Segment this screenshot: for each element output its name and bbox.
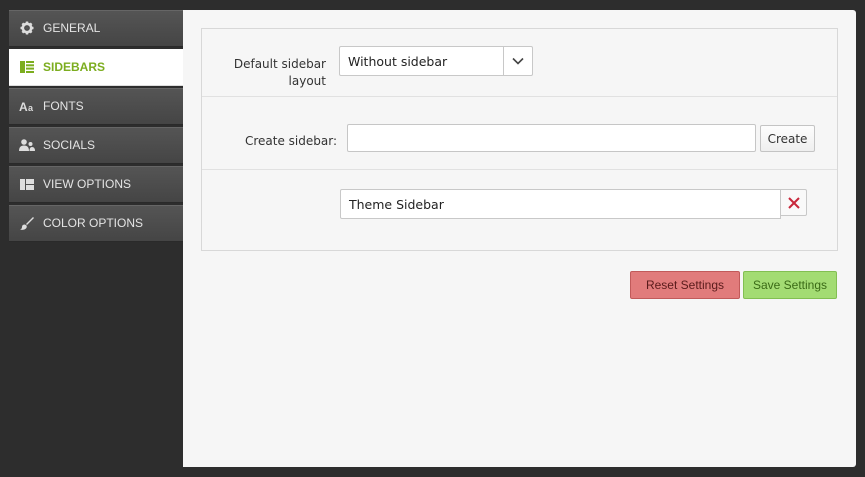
create-sidebar-row: Create sidebar: Create: [202, 97, 837, 170]
gear-icon: [19, 20, 35, 36]
nav-item-fonts[interactable]: Aa FONTS: [9, 88, 183, 125]
settings-nav: GENERAL SIDEBARS Aa FONTS SOCIALS VIEW O…: [9, 10, 183, 470]
sidebars-panel: Default sidebar layout Without sidebar C…: [201, 28, 838, 251]
nav-item-label: SOCIALS: [43, 138, 96, 152]
nav-item-color-options[interactable]: COLOR OPTIONS: [9, 205, 183, 242]
default-layout-value: Without sidebar: [348, 54, 448, 69]
brush-icon: [19, 215, 35, 231]
svg-text:A: A: [19, 100, 28, 112]
nav-item-socials[interactable]: SOCIALS: [9, 127, 183, 164]
sidebar-name: Theme Sidebar: [349, 197, 444, 212]
nav-item-general[interactable]: GENERAL: [9, 10, 183, 47]
delete-sidebar-button[interactable]: [780, 189, 807, 216]
nav-item-label: SIDEBARS: [43, 60, 106, 74]
default-layout-row: Default sidebar layout Without sidebar: [202, 29, 837, 97]
sidebar-layout-icon: [19, 59, 35, 75]
users-icon: [19, 137, 35, 153]
view-grid-icon: [19, 176, 35, 192]
create-sidebar-button[interactable]: Create: [760, 125, 815, 152]
nav-item-label: FONTS: [43, 99, 84, 113]
create-sidebar-input[interactable]: [347, 124, 756, 152]
nav-item-sidebars[interactable]: SIDEBARS: [9, 49, 183, 86]
create-sidebar-label: Create sidebar:: [244, 134, 337, 148]
settings-window: GENERAL SIDEBARS Aa FONTS SOCIALS VIEW O…: [0, 0, 865, 477]
nav-item-label: VIEW OPTIONS: [43, 177, 132, 191]
nav-item-label: COLOR OPTIONS: [43, 216, 144, 230]
nav-item-view-options[interactable]: VIEW OPTIONS: [9, 166, 183, 203]
default-layout-select[interactable]: Without sidebar: [339, 46, 533, 76]
close-icon: [787, 196, 800, 209]
sidebar-name-field[interactable]: Theme Sidebar: [340, 189, 781, 219]
reset-settings-button[interactable]: Reset Settings: [630, 271, 740, 299]
svg-text:a: a: [28, 103, 34, 112]
default-layout-label: Default sidebar layout: [233, 57, 326, 88]
chevron-down-icon[interactable]: [503, 47, 532, 75]
content-area: Default sidebar layout Without sidebar C…: [183, 10, 856, 467]
nav-item-label: GENERAL: [43, 21, 101, 35]
font-icon: Aa: [19, 98, 35, 114]
sidebar-list: Theme Sidebar: [202, 170, 837, 250]
save-settings-button[interactable]: Save Settings: [743, 271, 837, 299]
